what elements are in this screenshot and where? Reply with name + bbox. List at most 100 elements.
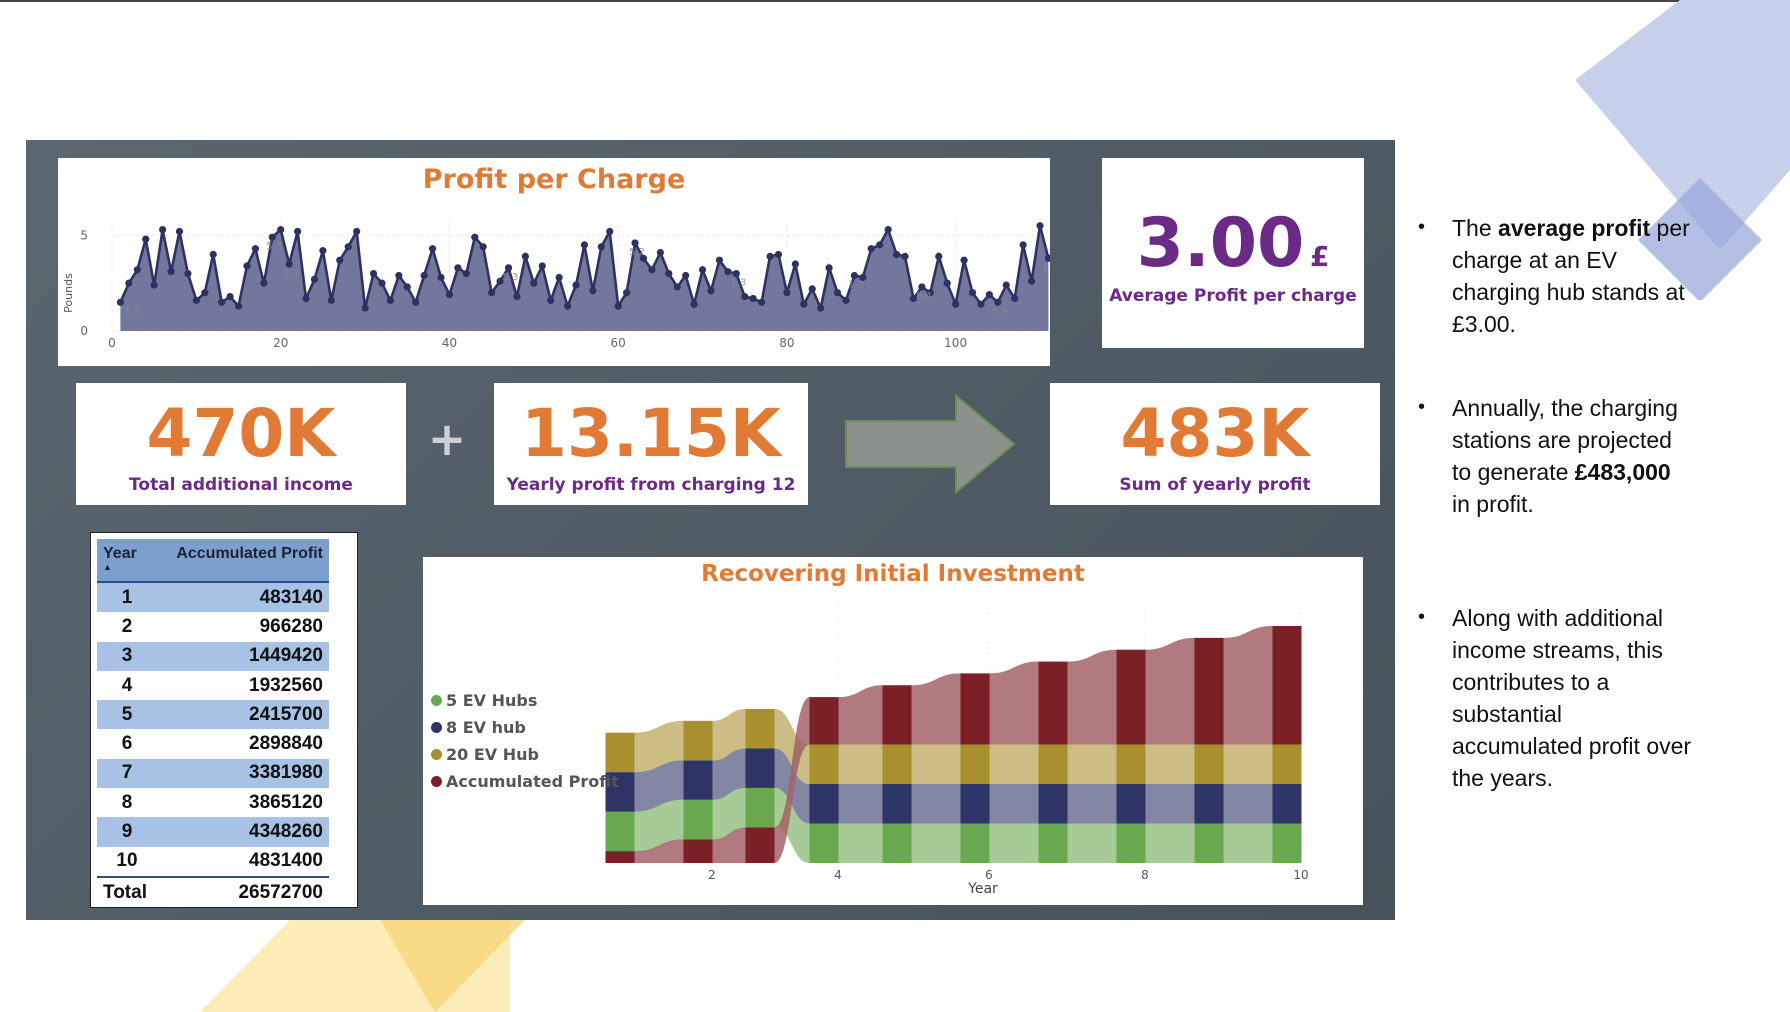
ribbon-column-segment [960, 744, 990, 784]
profit-x-tick-label: 60 [611, 336, 626, 350]
ribbon-x-tick-label: 2 [708, 868, 716, 882]
year-cell: 10 [116, 850, 138, 872]
legend-label: 20 EV Hub [446, 745, 539, 764]
ribbon-band [1067, 784, 1117, 824]
profit-x-tick-label: 100 [944, 336, 967, 350]
ribbon-band [1223, 626, 1273, 745]
accumulated-profit-column-header[interactable]: Accumulated Profit [157, 539, 329, 583]
yearly-profit-label: Yearly profit from charging 12 [506, 475, 796, 495]
table-row[interactable]: 8 3865120 [97, 788, 329, 817]
profit-data-point [403, 283, 411, 291]
accumulated-profit-cell: 2415700 [157, 700, 329, 730]
total-income-value: 470K [146, 395, 336, 472]
profit-x-tick-label: 40 [442, 336, 457, 350]
yearly-profit-value: 13.15K [521, 395, 781, 472]
ribbon-band [989, 744, 1039, 784]
profit-x-tick-label: 80 [779, 336, 794, 350]
profit-data-point [133, 266, 141, 274]
profit-data-point [943, 279, 951, 287]
table-row[interactable]: 3 1449420 [97, 641, 329, 671]
ribbon-column-segment [745, 748, 775, 788]
ribbon-column-segment [1116, 744, 1146, 784]
bullet-2-text: Annually, the charging stations are proj… [1452, 395, 1678, 517]
profit-per-charge-card: Profit per Charge Pounds 0 20 40 60 80 100 0 5 1… [58, 158, 1050, 366]
profit-data-point [184, 269, 192, 278]
average-profit-value-row: 3.00 £ [1102, 204, 1364, 283]
table-row[interactable]: 2 966280 [97, 612, 329, 641]
profit-data-label: 5.3 [266, 241, 282, 252]
average-profit-card: 3.00 £ Average Profit per charge [1102, 158, 1364, 348]
top-border [0, 0, 1790, 2]
profit-data-point [125, 279, 133, 287]
ribbon-column-segment [745, 787, 775, 828]
table-row[interactable]: 10 4831400 [97, 847, 329, 877]
accumulated-profit-cell: 3865120 [249, 791, 323, 813]
legend-item[interactable]: 5 EV Hubs [431, 691, 537, 710]
ribbon-band [1067, 649, 1117, 745]
year-cell: 3 [97, 641, 157, 671]
table-row[interactable]: 1 483140 [97, 582, 329, 613]
profit-data-point [201, 289, 209, 297]
table-row[interactable]: 9 4348260 [97, 817, 329, 847]
profit-data-label: 5.2 [283, 268, 299, 279]
profit-data-point [218, 298, 226, 306]
accumulated-profit-cell: 1449420 [157, 641, 329, 671]
profit-data-point [1036, 222, 1044, 230]
profit-data-point [547, 296, 555, 304]
legend-label: 5 EV Hubs [446, 691, 538, 710]
table-row[interactable]: 7 3381980 [97, 758, 329, 789]
profit-x-tick-label: 20 [273, 336, 288, 350]
profit-data-point [791, 260, 799, 268]
legend-item[interactable]: 20 EV Hub [431, 745, 539, 764]
table-row[interactable]: 6 2898840 [97, 729, 329, 758]
profit-data-point [538, 262, 546, 270]
ribbon-x-tick-label: 8 [1141, 868, 1149, 882]
ribbon-band [1223, 784, 1273, 824]
ribbon-band [838, 685, 883, 745]
profit-data-point [808, 285, 816, 293]
ribbon-column-segment [1116, 823, 1146, 863]
profit-data-point [268, 233, 276, 241]
profit-data-point [698, 266, 707, 274]
ribbon-band [989, 784, 1039, 824]
profit-data-label: 5.2 [629, 247, 645, 258]
profit-data-point [732, 269, 740, 278]
profit-data-point [665, 269, 673, 278]
profit-data-point [648, 266, 656, 274]
profit-data-point [800, 300, 808, 308]
ribbon-x-tick-label: 6 [985, 868, 993, 882]
bullet-1-text: The average profit per charge at an EV c… [1452, 215, 1690, 337]
ribbon-column-segment [1272, 823, 1302, 863]
ribbon-band [838, 744, 883, 784]
ribbon-column-segment [882, 823, 912, 863]
profit-data-point [521, 252, 529, 260]
legend-dot-icon [431, 749, 442, 760]
profit-data-point [243, 262, 251, 270]
profit-data-point [302, 294, 310, 303]
legend-dot-icon [431, 722, 442, 733]
profit-data-point [142, 235, 150, 243]
ribbon-column-segment [809, 823, 839, 863]
ribbon-column-segment [745, 827, 775, 863]
profit-data-point [488, 289, 496, 297]
ribbon-band [1223, 823, 1273, 863]
average-profit-value: 3.00 [1136, 204, 1305, 283]
recovering-investment-card: Recovering Initial Investment Year 24681… [423, 557, 1363, 905]
profit-data-point [960, 256, 968, 264]
ribbon-column-segment [1116, 784, 1146, 824]
profit-data-label: 1.0 [1042, 262, 1050, 273]
table-row[interactable]: 5 2415700 [97, 700, 329, 730]
accumulated-profit-cell: 1932560 [249, 674, 323, 696]
profit-data-point [985, 291, 993, 299]
ribbon-x-axis-label: Year [967, 881, 998, 897]
ribbon-column-segment [1038, 784, 1068, 824]
profit-data-point [766, 252, 774, 260]
legend-item[interactable]: Accumulated Profit [431, 772, 619, 791]
accumulated-profit-table: Year ▲ Accumulated Profit 1 483140 2 966280 3… [90, 532, 358, 908]
profit-data-point [623, 289, 631, 297]
year-column-header[interactable]: Year ▲ [97, 539, 157, 583]
legend-item[interactable]: 8 EV hub [431, 718, 526, 737]
table-row[interactable]: 4 1932560 [97, 671, 329, 700]
profit-data-point [749, 294, 757, 303]
ribbon-band [989, 661, 1039, 745]
